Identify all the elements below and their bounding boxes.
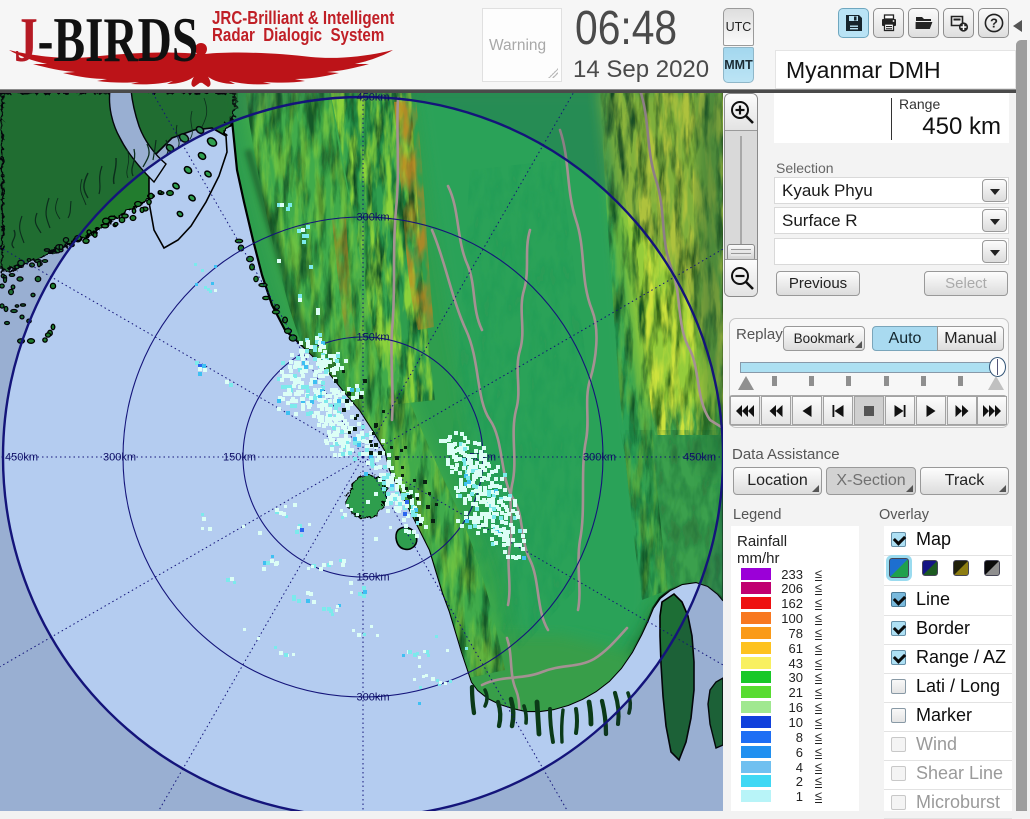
svg-text:300km: 300km — [103, 452, 136, 464]
svg-text:450km: 450km — [683, 452, 716, 464]
svg-text:150km: 150km — [357, 572, 390, 584]
svg-text:450km: 450km — [357, 92, 390, 104]
svg-text:300km: 300km — [583, 452, 616, 464]
svg-text:150km: 150km — [223, 452, 256, 464]
svg-text:300km: 300km — [357, 212, 390, 224]
svg-text:300km: 300km — [357, 692, 390, 704]
svg-text:150km: 150km — [357, 332, 390, 344]
svg-text:?: ? — [990, 16, 998, 31]
svg-text:450km: 450km — [5, 452, 38, 464]
